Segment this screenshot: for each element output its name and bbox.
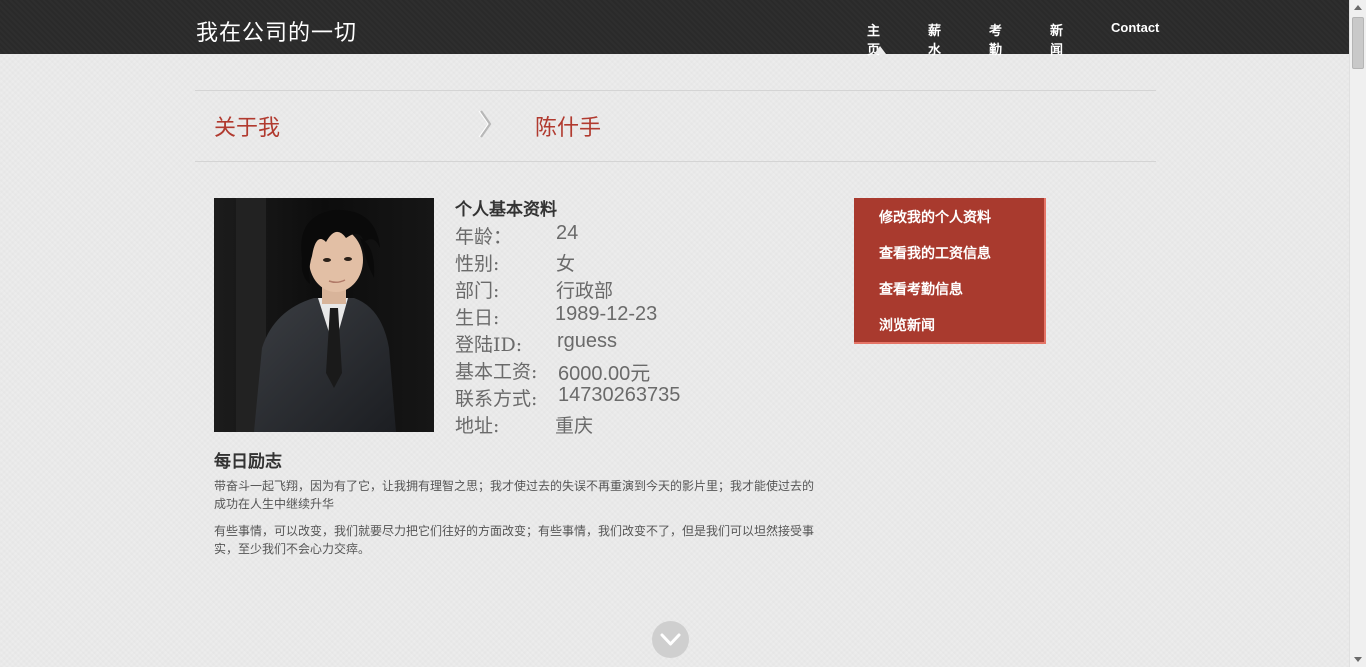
scroll-down-arrow-icon[interactable] xyxy=(1354,657,1362,662)
field-label: 年龄： xyxy=(455,226,513,248)
profile-photo xyxy=(214,198,434,432)
scroll-down-button[interactable] xyxy=(652,621,689,658)
user-portrait-icon xyxy=(214,198,434,432)
field-value: 行政部 xyxy=(556,280,614,302)
side-action-menu: 修改我的个人资料 查看我的工资信息 查看考勤信息 浏览新闻 xyxy=(854,198,1046,344)
breadcrumb-current-name: 陈什手 xyxy=(535,116,602,141)
nav-item-contact[interactable]: Contact xyxy=(1111,20,1159,35)
field-value: 24 xyxy=(556,222,579,244)
browse-news-link[interactable]: 浏览新闻 xyxy=(879,315,935,335)
view-salary-link[interactable]: 查看我的工资信息 xyxy=(879,243,991,263)
page-scrollbar[interactable] xyxy=(1349,0,1366,667)
active-nav-indicator xyxy=(874,46,886,54)
site-title[interactable]: 我在公司的一切 xyxy=(196,15,357,47)
field-value: 1989-12-23 xyxy=(555,303,658,325)
field-value: 重庆 xyxy=(555,415,594,437)
top-navbar: 我在公司的一切 主页 薪水 考勤 新闻 Contact xyxy=(0,0,1349,58)
daily-motto-title: 每日励志 xyxy=(214,452,282,472)
breadcrumb-chevron-icon xyxy=(478,110,492,138)
edit-profile-link[interactable]: 修改我的个人资料 xyxy=(879,207,991,227)
motto-paragraph: 有些事情，可以改变，我们就要尽力把它们往好的方面改变；有些事情，我们改变不了，但… xyxy=(214,524,815,556)
nav-item-salary[interactable]: 薪水 xyxy=(928,20,941,58)
nav-item-attendance[interactable]: 考勤 xyxy=(989,20,1002,58)
field-value: 14730263735 xyxy=(558,384,681,406)
motto-paragraph: 带奋斗一起飞翔，因为有了它，让我拥有理智之思；我才使过去的失误不再重演到今天的影… xyxy=(214,479,815,511)
field-label: 基本工资: xyxy=(455,361,538,383)
profile-info-title: 个人基本资料 xyxy=(455,200,557,220)
scroll-up-arrow-icon[interactable] xyxy=(1354,5,1362,10)
field-label: 性别: xyxy=(455,253,500,275)
breadcrumb-section[interactable]: 关于我 xyxy=(214,110,280,142)
field-label: 联系方式: xyxy=(455,388,538,410)
scroll-thumb[interactable] xyxy=(1352,17,1364,69)
divider-top xyxy=(195,90,1156,91)
field-value: rguess xyxy=(557,330,618,352)
field-label: 登陆ID: xyxy=(455,334,523,356)
field-value: 6000.00元 xyxy=(558,363,651,385)
field-label: 部门: xyxy=(455,280,500,302)
field-label: 生日: xyxy=(455,307,500,329)
view-attendance-link[interactable]: 查看考勤信息 xyxy=(879,279,963,299)
chevron-down-icon xyxy=(660,633,681,646)
nav-item-news[interactable]: 新闻 xyxy=(1050,20,1063,58)
divider-bottom xyxy=(195,161,1156,162)
field-value: 女 xyxy=(556,253,576,275)
field-label: 地址: xyxy=(455,415,500,437)
